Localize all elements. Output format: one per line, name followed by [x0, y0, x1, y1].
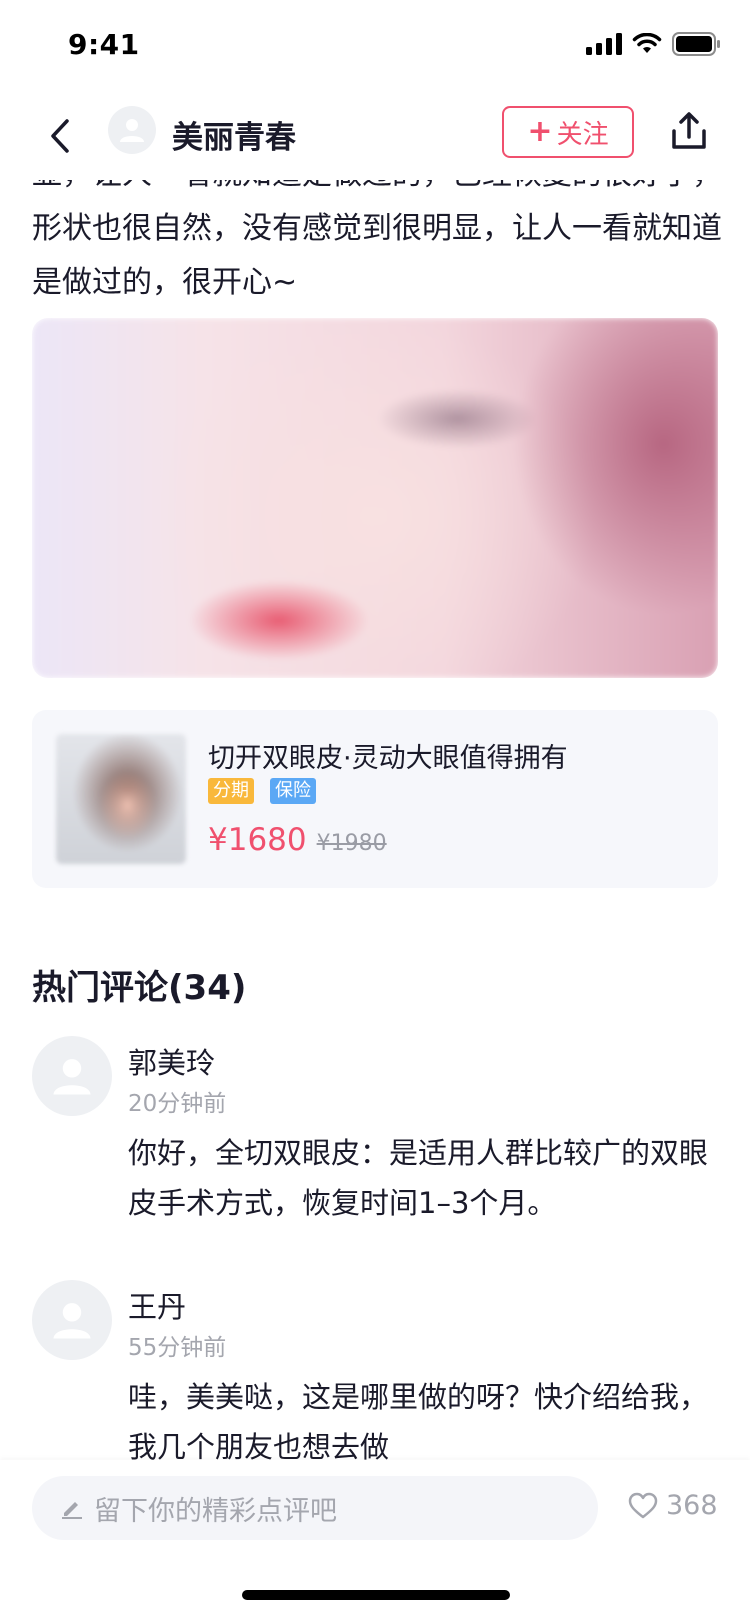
back-button[interactable]: [40, 114, 80, 158]
current-price: ¥1680: [208, 822, 307, 858]
home-indicator: [242, 1590, 510, 1600]
commenter-avatar[interactable]: [32, 1036, 112, 1116]
heart-icon: [628, 1492, 658, 1518]
commenter-name[interactable]: 王丹: [128, 1284, 186, 1326]
comment-time: 55分钟前: [128, 1335, 227, 1361]
status-bar: 9:41: [0, 0, 750, 90]
product-tags: 分期 保险: [208, 778, 316, 804]
back-icon: [51, 119, 69, 153]
user-icon: [53, 1303, 91, 1339]
author-name[interactable]: 美丽青春: [172, 112, 296, 157]
share-icon: [672, 112, 706, 149]
battery-icon: [672, 32, 720, 56]
wifi-icon: [632, 33, 662, 53]
product-card[interactable]: 切开双眼皮·灵动大眼值得拥有 分期 保险 ¥1680 ¥1980: [32, 710, 718, 888]
follow-label: 关注: [556, 119, 609, 150]
original-price: ¥1980: [316, 831, 387, 856]
price-row: ¥1680 ¥1980: [208, 822, 387, 858]
commenter-name[interactable]: 郭美玲: [128, 1040, 215, 1082]
post-image-content: [32, 318, 718, 678]
like-count: 368: [666, 1490, 718, 1521]
comment-body: 你好，全切双眼皮：是适用人群比较广的双眼皮手术方式，恢复时间1–3个月。: [128, 1136, 709, 1220]
comment-item: 郭美玲 20分钟前 你好，全切双眼皮：是适用人群比较广的双眼皮手术方式，恢复时间…: [32, 1036, 722, 1236]
signal-icon: [586, 33, 622, 55]
share-button[interactable]: [668, 108, 710, 154]
comment-time: 20分钟前: [128, 1091, 227, 1117]
follow-plus-icon: +: [527, 114, 553, 149]
comment-item: 王丹 55分钟前 哇，美美哒，这是哪里做的呀？快介绍给我，我几个朋友也想去做: [32, 1280, 722, 1464]
tag-installment: 分期: [208, 778, 254, 804]
product-thumbnail: [56, 734, 186, 864]
like-button[interactable]: 368: [628, 1490, 718, 1521]
pencil-icon: [62, 1502, 82, 1519]
commenter-avatar[interactable]: [32, 1280, 112, 1360]
status-icons: [586, 32, 720, 56]
follow-button[interactable]: + 关注: [502, 106, 634, 158]
bottom-bar: 留下你的精彩点评吧 368: [0, 1460, 750, 1624]
post-image[interactable]: [32, 318, 718, 678]
author-avatar[interactable]: [108, 106, 156, 154]
status-time: 9:41: [68, 28, 140, 61]
comments-title: 热门评论(34): [32, 968, 247, 1008]
product-title: 切开双眼皮·灵动大眼值得拥有: [208, 743, 568, 774]
nav-bar: 美丽青春 + 关注: [0, 90, 750, 180]
comment-input[interactable]: 留下你的精彩点评吧: [32, 1476, 598, 1540]
tag-insurance: 保险: [270, 778, 316, 804]
comment-body: 哇，美美哒，这是哪里做的呀？快介绍给我，我几个朋友也想去做: [128, 1380, 709, 1464]
user-icon: [53, 1059, 91, 1095]
comment-input-placeholder: 留下你的精彩点评吧: [94, 1495, 337, 1527]
user-icon: [120, 119, 144, 142]
